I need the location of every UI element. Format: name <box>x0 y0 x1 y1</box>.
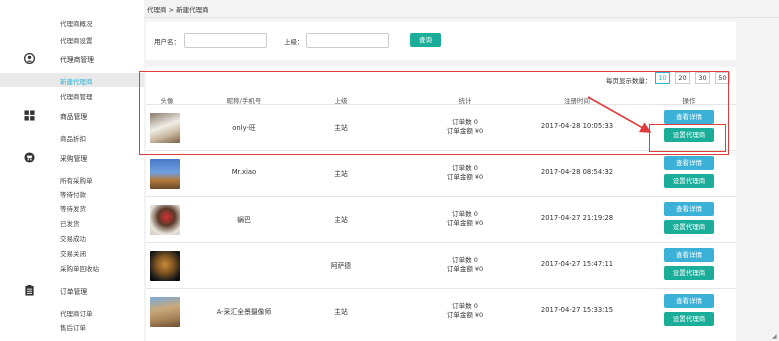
username-label: 用户名： <box>154 38 180 46</box>
sidebar-item-after-sale-orders[interactable]: 售后订单 <box>60 322 86 332</box>
page-size-option-30[interactable]: 30 <box>695 72 710 84</box>
order-count: 订单数 0 <box>452 118 478 126</box>
nickname: A-采汇全景摄像师 <box>216 308 272 316</box>
sidebar-item-agent-settings[interactable]: 代理商设置 <box>60 35 93 45</box>
superior: 主站 <box>334 216 348 224</box>
avatar <box>150 159 180 189</box>
sidebar-item-shipped[interactable]: 已发货 <box>60 218 80 228</box>
order-amount: 订单金额 ¥0 <box>446 173 484 181</box>
avatar <box>150 205 180 235</box>
user-circle-icon <box>24 53 35 64</box>
set-agent-button[interactable]: 设置代理商 <box>664 312 714 326</box>
avatar <box>150 297 180 327</box>
page-size-option-10[interactable]: 10 <box>655 72 670 84</box>
filter-panel: 用户名： 上级： 查询 <box>146 22 736 60</box>
order-amount: 订单金额 ¥0 <box>446 311 484 319</box>
sidebar-item-purchase-recycle-bin[interactable]: 采购单回收站 <box>60 263 99 273</box>
sidebar-section-label: 商品管理 <box>60 113 88 121</box>
sidebar-item-all-purchase-orders[interactable]: 所有采购单 <box>60 175 93 185</box>
stats: 订单数 0 订单金额 ¥0 <box>447 118 483 136</box>
stats: 订单数 0 订单金额 ¥0 <box>447 164 483 182</box>
sidebar-item-awaiting-shipment[interactable]: 等待发货 <box>60 203 86 213</box>
sidebar-item-agent-list[interactable]: 代理商管理 <box>60 91 93 101</box>
view-detail-button[interactable]: 查看详情 <box>664 248 714 262</box>
set-agent-button[interactable]: 设置代理商 <box>664 128 714 142</box>
sidebar-item-new-agent[interactable]: 新建代理商 <box>60 76 93 86</box>
username-input[interactable] <box>184 33 267 48</box>
superior: 阿萨德 <box>330 262 352 270</box>
sidebar-item-trade-closed[interactable]: 交易关闭 <box>60 248 86 258</box>
sidebar-section-purchase-management[interactable]: 采购管理 <box>24 151 142 165</box>
stats: 订单数 0 订单金额 ¥0 <box>447 256 483 274</box>
table-row: only-旺 主站 订单数 0 订单金额 ¥0 2017-04-28 10:05… <box>146 104 736 150</box>
reg-time: 2017-04-28 10:05:33 <box>540 122 614 130</box>
nickname: only-旺 <box>232 124 256 132</box>
table-row: A-采汇全景摄像师 主站 订单数 0 订单金额 ¥0 2017-04-27 15… <box>146 288 736 334</box>
order-amount: 订单金额 ¥0 <box>446 265 484 273</box>
sidebar-item-trade-success[interactable]: 交易成功 <box>60 233 86 243</box>
avatar <box>150 113 180 143</box>
superior-label: 上级： <box>284 38 304 46</box>
reg-time: 2017-04-28 08:54:32 <box>540 168 614 176</box>
main-content: 代理商 > 新建代理商 用户名： 上级： 查询 每页显示数量： 10 20 30… <box>144 0 779 341</box>
sidebar-item-product-discount[interactable]: 商品折扣 <box>60 133 86 143</box>
sidebar-section-order-management[interactable]: 订单管理 <box>24 284 142 298</box>
order-count: 订单数 0 <box>452 302 478 310</box>
order-count: 订单数 0 <box>452 210 478 218</box>
order-count: 订单数 0 <box>452 164 478 172</box>
reg-time: 2017-04-27 15:33:15 <box>540 306 614 314</box>
reg-time: 2017-04-27 21:19:28 <box>540 214 614 222</box>
clipboard-icon <box>25 285 34 296</box>
view-detail-button[interactable]: 查看详情 <box>664 110 714 124</box>
sidebar-section-product-management[interactable]: 商品管理 <box>24 109 142 123</box>
set-agent-button[interactable]: 设置代理商 <box>664 220 714 234</box>
sidebar-section-label: 代理商管理 <box>60 56 94 64</box>
sidebar-section-label: 采购管理 <box>60 155 88 163</box>
sidebar-item-awaiting-payment[interactable]: 等待付款 <box>60 189 86 199</box>
page-size-option-50[interactable]: 50 <box>715 72 730 84</box>
nickname: 蜗巴 <box>237 216 251 224</box>
agent-list-panel: 每页显示数量： 10 20 30 50 头像 昵称/手机号 上级 统计 注册时间… <box>146 67 736 341</box>
order-amount: 订单金额 ¥0 <box>446 219 484 227</box>
view-detail-button[interactable]: 查看详情 <box>664 156 714 170</box>
order-count: 订单数 0 <box>452 256 478 264</box>
order-amount: 订单金额 ¥0 <box>446 127 484 135</box>
page-size-label: 每页显示数量： <box>606 77 652 85</box>
view-detail-button[interactable]: 查看详情 <box>664 202 714 216</box>
table-row: 阿萨德 订单数 0 订单金额 ¥0 2017-04-27 15:47:11 查看… <box>146 242 736 288</box>
breadcrumb: 代理商 > 新建代理商 <box>147 6 209 14</box>
superior: 主站 <box>334 308 348 316</box>
stats: 订单数 0 订单金额 ¥0 <box>447 210 483 228</box>
avatar <box>150 251 180 281</box>
set-agent-button[interactable]: 设置代理商 <box>664 174 714 188</box>
grid-icon <box>24 110 35 121</box>
search-button[interactable]: 查询 <box>410 33 441 47</box>
cart-icon <box>24 152 35 163</box>
sidebar: 代理商概况 代理商设置 代理商管理 新建代理商 代理商管理 商品管理 商品折扣 … <box>0 0 144 341</box>
table-row: 蜗巴 主站 订单数 0 订单金额 ¥0 2017-04-27 21:19:28 … <box>146 196 736 242</box>
reg-time: 2017-04-27 15:47:11 <box>540 260 614 268</box>
nickname: Mr.xiao <box>231 168 257 176</box>
superior: 主站 <box>334 124 348 132</box>
sidebar-item-agent-orders[interactable]: 代理商订单 <box>60 308 93 318</box>
view-detail-button[interactable]: 查看详情 <box>664 294 714 308</box>
superior: 主站 <box>334 170 348 178</box>
page-size-option-20[interactable]: 20 <box>675 72 690 84</box>
set-agent-button[interactable]: 设置代理商 <box>664 266 714 280</box>
sidebar-section-agent-management[interactable]: 代理商管理 <box>24 52 142 66</box>
stats: 订单数 0 订单金额 ¥0 <box>447 302 483 320</box>
divider <box>144 17 779 18</box>
table-row: Mr.xiao 主站 订单数 0 订单金额 ¥0 2017-04-28 08:5… <box>146 150 736 196</box>
resize-corner-icon: ◢ <box>772 333 777 340</box>
superior-input[interactable] <box>306 33 389 48</box>
sidebar-item-agent-overview[interactable]: 代理商概况 <box>60 18 93 28</box>
sidebar-section-label: 订单管理 <box>60 288 88 296</box>
